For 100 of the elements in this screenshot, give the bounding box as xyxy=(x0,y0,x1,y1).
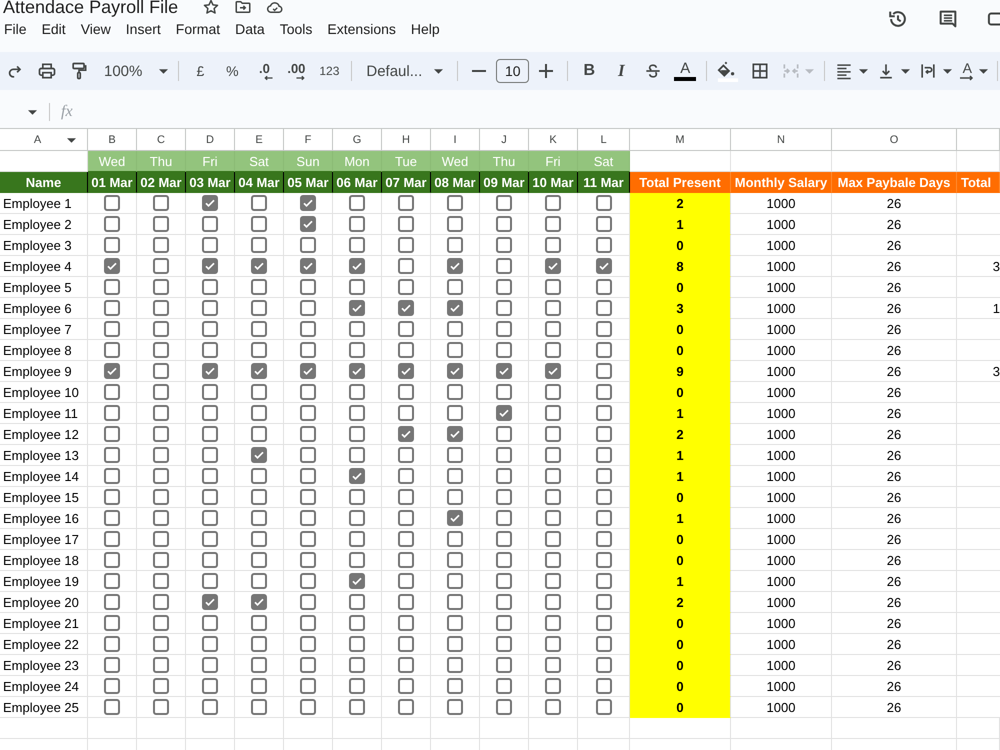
column-header[interactable]: N xyxy=(731,129,832,151)
attendance-checkbox[interactable] xyxy=(349,510,365,526)
attendance-checkbox[interactable] xyxy=(398,615,414,631)
attendance-checkbox[interactable] xyxy=(349,636,365,652)
attendance-checkbox[interactable] xyxy=(447,552,463,568)
attendance-checkbox[interactable] xyxy=(349,615,365,631)
attendance-checkbox[interactable] xyxy=(496,300,512,316)
attendance-checkbox[interactable] xyxy=(251,510,267,526)
attendance-checkbox[interactable] xyxy=(447,594,463,610)
attendance-checkbox[interactable] xyxy=(596,489,612,505)
attendance-checkbox[interactable] xyxy=(447,237,463,253)
decrease-decimals-button[interactable]: .0 xyxy=(249,57,280,85)
folder-arrow-icon[interactable] xyxy=(234,0,252,16)
attendance-checkbox[interactable] xyxy=(104,216,120,232)
menu-item[interactable]: File xyxy=(4,21,27,37)
attendance-checkbox[interactable] xyxy=(300,594,316,610)
attendance-checkbox[interactable] xyxy=(447,489,463,505)
attendance-checkbox[interactable] xyxy=(153,489,169,505)
attendance-checkbox[interactable] xyxy=(349,531,365,547)
attendance-checkbox[interactable] xyxy=(496,363,512,379)
attendance-checkbox[interactable] xyxy=(251,615,267,631)
attendance-checkbox[interactable] xyxy=(545,426,561,442)
menu-item[interactable]: View xyxy=(80,21,111,37)
attendance-checkbox[interactable] xyxy=(153,510,169,526)
attendance-checkbox[interactable] xyxy=(545,510,561,526)
attendance-checkbox[interactable] xyxy=(496,426,512,442)
attendance-checkbox[interactable] xyxy=(545,636,561,652)
attendance-checkbox[interactable] xyxy=(447,321,463,337)
attendance-checkbox[interactable] xyxy=(104,468,120,484)
zoom-dropdown[interactable]: 100% xyxy=(96,57,172,85)
attendance-checkbox[interactable] xyxy=(251,447,267,463)
attendance-checkbox[interactable] xyxy=(496,237,512,253)
attendance-checkbox[interactable] xyxy=(545,531,561,547)
attendance-checkbox[interactable] xyxy=(447,699,463,715)
attendance-checkbox[interactable] xyxy=(398,426,414,442)
attendance-checkbox[interactable] xyxy=(104,363,120,379)
attendance-checkbox[interactable] xyxy=(349,699,365,715)
attendance-checkbox[interactable] xyxy=(496,384,512,400)
menu-item[interactable]: Format xyxy=(176,21,220,37)
attendance-checkbox[interactable] xyxy=(300,342,316,358)
attendance-checkbox[interactable] xyxy=(496,342,512,358)
font-size-field[interactable]: 10 xyxy=(496,59,530,83)
attendance-checkbox[interactable] xyxy=(398,258,414,274)
attendance-checkbox[interactable] xyxy=(153,594,169,610)
attendance-checkbox[interactable] xyxy=(398,237,414,253)
attendance-checkbox[interactable] xyxy=(202,510,218,526)
attendance-checkbox[interactable] xyxy=(447,678,463,694)
attendance-checkbox[interactable] xyxy=(202,300,218,316)
cloud-check-icon[interactable] xyxy=(266,0,284,16)
column-header[interactable]: F xyxy=(284,129,333,151)
attendance-checkbox[interactable] xyxy=(104,258,120,274)
attendance-checkbox[interactable] xyxy=(398,636,414,652)
attendance-checkbox[interactable] xyxy=(251,531,267,547)
attendance-checkbox[interactable] xyxy=(202,573,218,589)
attendance-checkbox[interactable] xyxy=(202,615,218,631)
attendance-checkbox[interactable] xyxy=(251,678,267,694)
attendance-checkbox[interactable] xyxy=(349,594,365,610)
attendance-checkbox[interactable] xyxy=(545,405,561,421)
attendance-checkbox[interactable] xyxy=(447,216,463,232)
attendance-checkbox[interactable] xyxy=(251,426,267,442)
attendance-checkbox[interactable] xyxy=(300,636,316,652)
attendance-checkbox[interactable] xyxy=(447,573,463,589)
attendance-checkbox[interactable] xyxy=(596,552,612,568)
attendance-checkbox[interactable] xyxy=(153,342,169,358)
column-header[interactable]: H xyxy=(382,129,431,151)
bold-button[interactable]: B xyxy=(574,57,604,85)
attendance-checkbox[interactable] xyxy=(300,447,316,463)
text-rotation-button[interactable]: A xyxy=(957,57,992,85)
attendance-checkbox[interactable] xyxy=(398,594,414,610)
attendance-checkbox[interactable] xyxy=(596,195,612,211)
attendance-checkbox[interactable] xyxy=(251,384,267,400)
attendance-checkbox[interactable] xyxy=(447,447,463,463)
attendance-checkbox[interactable] xyxy=(251,489,267,505)
column-header[interactable]: M xyxy=(630,129,731,151)
attendance-checkbox[interactable] xyxy=(496,258,512,274)
attendance-checkbox[interactable] xyxy=(596,342,612,358)
attendance-checkbox[interactable] xyxy=(251,279,267,295)
text-color-button[interactable]: A xyxy=(670,57,700,85)
attendance-checkbox[interactable] xyxy=(398,573,414,589)
attendance-checkbox[interactable] xyxy=(300,384,316,400)
column-header[interactable]: G xyxy=(333,129,382,151)
attendance-checkbox[interactable] xyxy=(349,321,365,337)
menu-item[interactable]: Extensions xyxy=(327,21,396,37)
attendance-checkbox[interactable] xyxy=(153,699,169,715)
attendance-checkbox[interactable] xyxy=(153,636,169,652)
attendance-checkbox[interactable] xyxy=(398,552,414,568)
attendance-checkbox[interactable] xyxy=(202,405,218,421)
attendance-checkbox[interactable] xyxy=(349,468,365,484)
attendance-checkbox[interactable] xyxy=(300,678,316,694)
menu-item[interactable]: Tools xyxy=(280,21,312,37)
attendance-checkbox[interactable] xyxy=(202,342,218,358)
attendance-checkbox[interactable] xyxy=(398,363,414,379)
star-icon[interactable] xyxy=(202,0,220,16)
attendance-checkbox[interactable] xyxy=(398,300,414,316)
attendance-checkbox[interactable] xyxy=(153,216,169,232)
attendance-checkbox[interactable] xyxy=(349,300,365,316)
currency-button[interactable]: £ xyxy=(185,57,216,85)
attendance-checkbox[interactable] xyxy=(496,195,512,211)
attendance-checkbox[interactable] xyxy=(104,300,120,316)
attendance-checkbox[interactable] xyxy=(596,237,612,253)
